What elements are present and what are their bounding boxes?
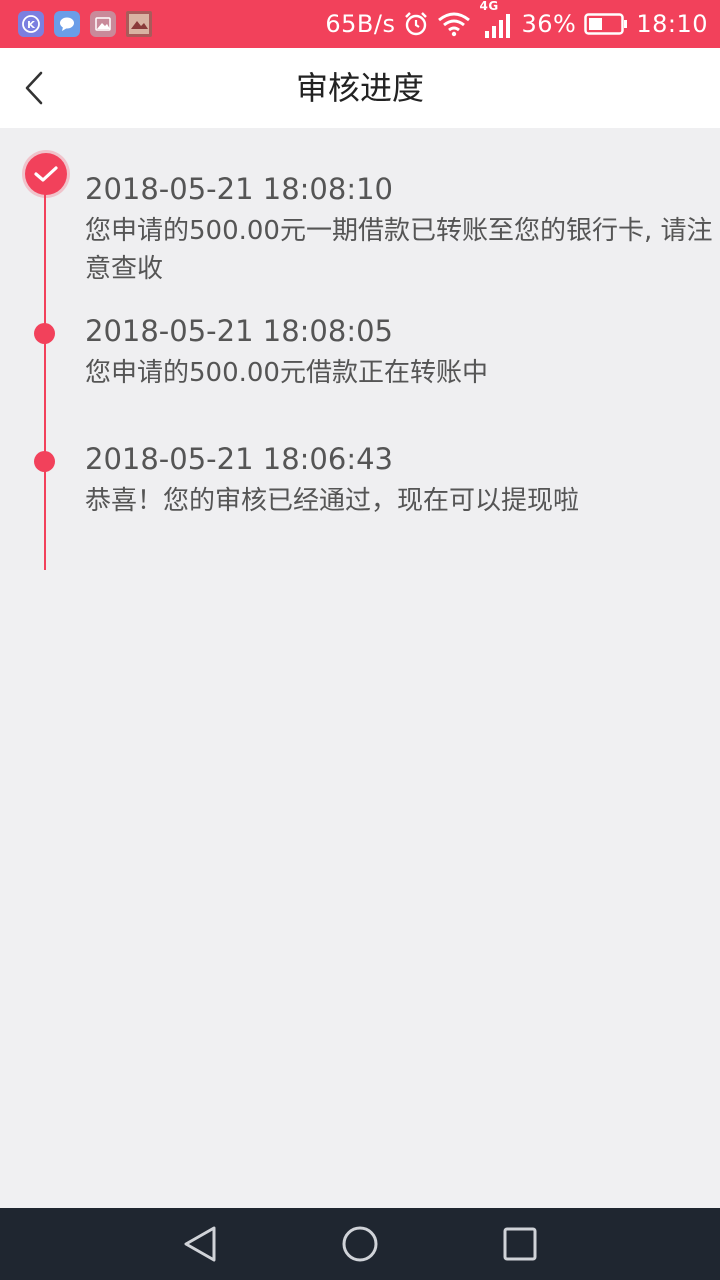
gallery-app-icon bbox=[90, 11, 116, 37]
nav-recents-button[interactable] bbox=[500, 1224, 540, 1264]
alarm-icon bbox=[403, 11, 429, 37]
k-app-icon: K bbox=[18, 11, 44, 37]
square-recents-icon bbox=[503, 1227, 537, 1261]
triangle-back-icon bbox=[184, 1226, 216, 1262]
nav-home-button[interactable] bbox=[340, 1224, 380, 1264]
chevron-left-icon bbox=[25, 71, 43, 105]
wifi-icon bbox=[437, 11, 471, 37]
status-bar: K 65B/s 4G 36% 18:10 bbox=[0, 0, 720, 48]
circle-home-icon bbox=[342, 1226, 378, 1262]
check-circle-icon bbox=[25, 153, 67, 195]
back-button[interactable] bbox=[12, 66, 56, 110]
progress-timeline: 2018-05-21 18:08:10 您申请的500.00元一期借款已转账至您… bbox=[0, 128, 720, 570]
cellular-signal-icon: 4G bbox=[479, 0, 513, 41]
timeline-dot bbox=[34, 323, 55, 344]
timeline-item-time: 2018-05-21 18:06:43 bbox=[85, 442, 393, 476]
svg-text:K: K bbox=[27, 20, 36, 31]
status-indicators: 65B/s 4G 36% 18:10 bbox=[325, 0, 708, 48]
notification-icons: K bbox=[18, 11, 152, 37]
photo-thumbnail-icon bbox=[126, 11, 152, 37]
title-bar: 审核进度 bbox=[0, 48, 720, 128]
timeline-item-text: 您申请的500.00元一期借款已转账至您的银行卡, 请注意查收 bbox=[85, 216, 713, 284]
network-speed: 65B/s bbox=[325, 10, 396, 38]
timeline-item-time: 2018-05-21 18:08:10 bbox=[85, 172, 393, 206]
clock: 18:10 bbox=[636, 10, 708, 38]
timeline-item-text: 您申请的500.00元借款正在转账中 bbox=[85, 358, 488, 388]
timeline-item-time: 2018-05-21 18:08:05 bbox=[85, 314, 393, 348]
timeline-dot bbox=[34, 451, 55, 472]
battery-percent: 36% bbox=[521, 10, 577, 38]
timeline-item-text: 恭喜！您的审核已经通过，现在可以提现啦 bbox=[85, 486, 580, 516]
nav-back-button[interactable] bbox=[180, 1224, 220, 1264]
page-title: 审核进度 bbox=[295, 69, 424, 107]
timeline-line bbox=[44, 188, 46, 570]
battery-icon bbox=[584, 12, 628, 36]
message-app-icon bbox=[54, 11, 80, 37]
network-type-label: 4G bbox=[479, 0, 499, 13]
system-nav-bar bbox=[0, 1208, 720, 1280]
